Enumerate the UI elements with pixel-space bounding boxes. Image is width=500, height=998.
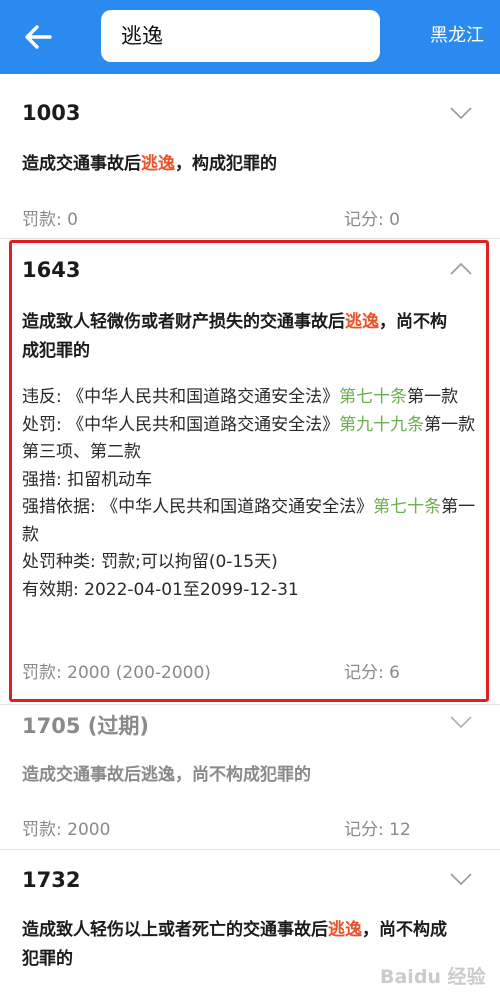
- region-selector[interactable]: 黑龙江: [430, 22, 484, 50]
- search-input[interactable]: 逃逸: [101, 10, 380, 62]
- selection-highlight-box: [9, 240, 489, 702]
- chevron-down-icon[interactable]: [450, 872, 472, 886]
- fine-amount: 罚款: 2000: [22, 820, 111, 840]
- item-code: 1732: [22, 868, 81, 892]
- chevron-down-icon[interactable]: [450, 106, 472, 120]
- divider: [0, 704, 500, 705]
- item-code: 1003: [22, 101, 81, 125]
- divider: [0, 238, 500, 239]
- top-app-bar: 逃逸 黑龙江: [0, 0, 500, 74]
- item-description: 造成交通事故后逃逸，尚不构成犯罪的: [22, 765, 311, 785]
- arrow-left-icon[interactable]: [22, 20, 56, 54]
- baidu-watermark: Baidu 经验: [380, 966, 486, 988]
- penalty-points: 记分: 12: [344, 820, 411, 840]
- penalty-points: 记分: 0: [344, 210, 400, 230]
- item-description: 造成交通事故后逃逸，构成犯罪的: [22, 154, 277, 174]
- chevron-down-icon[interactable]: [450, 715, 472, 729]
- divider: [0, 849, 500, 850]
- fine-amount: 罚款: 0: [22, 210, 78, 230]
- item-code: 1705 (过期): [22, 714, 149, 738]
